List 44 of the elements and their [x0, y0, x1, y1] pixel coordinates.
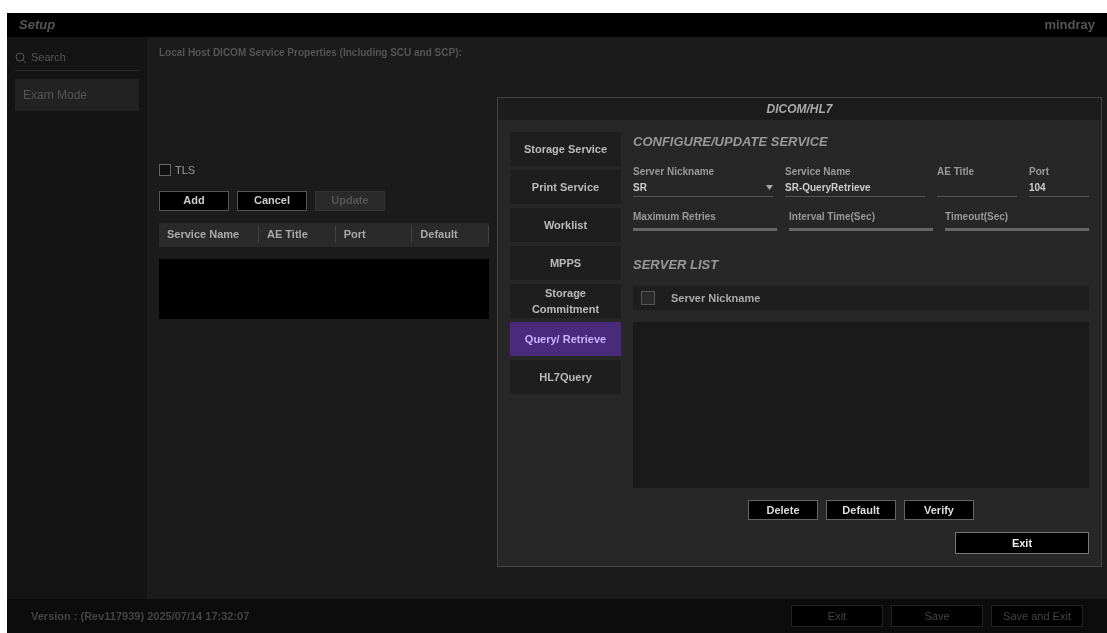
search-field[interactable]: Search — [31, 49, 131, 66]
list-button[interactable]: Verify — [904, 500, 974, 520]
field-label: Port — [1029, 164, 1050, 179]
slider-track[interactable] — [945, 227, 1089, 231]
tls-checkbox[interactable] — [159, 164, 171, 177]
field-label: Service Name — [785, 164, 852, 179]
window-title: Setup — [19, 16, 56, 35]
service-tab[interactable]: Storage Commitment — [510, 284, 621, 318]
list-button[interactable]: Default — [826, 500, 896, 520]
list-button[interactable]: Delete — [748, 500, 818, 520]
select-all-checkbox[interactable] — [641, 291, 655, 305]
dialog-title: DICOM/HL7 — [498, 98, 1101, 120]
slider-track[interactable] — [633, 227, 777, 231]
column-header: Server Nickname — [670, 290, 762, 306]
slider-label: Interval Time(Sec) — [789, 209, 876, 224]
input-field[interactable]: 104 — [1029, 178, 1089, 197]
column-header: AE Title — [259, 226, 336, 243]
caret-icon — [766, 184, 773, 190]
brand-logo: mindray — [1044, 16, 1095, 35]
search-icon — [15, 51, 27, 64]
service-tab[interactable]: Query/ Retrieve — [510, 322, 621, 356]
slider-label: Maximum Retries — [633, 209, 717, 224]
slider-track[interactable] — [789, 227, 933, 231]
version-text: Version : (Rev117939) 2025/07/14 17:32:07 — [31, 608, 250, 624]
form-button[interactable]: Add — [159, 190, 229, 211]
tls-label: TLS — [175, 163, 196, 178]
input-field[interactable]: SR-QueryRetrieve — [785, 178, 925, 197]
exit-button[interactable]: Exit — [955, 532, 1089, 554]
section-heading: SERVER LIST — [633, 255, 720, 274]
column-header: Service Name — [159, 226, 259, 243]
slider-label: Timeout(Sec) — [945, 209, 1010, 224]
form-button[interactable]: Cancel — [237, 190, 307, 211]
service-tab[interactable]: Worklist — [510, 208, 621, 242]
field-label: AE Title — [937, 164, 976, 179]
column-header: Default — [412, 226, 489, 243]
field-label: Server Nickname — [633, 164, 716, 179]
service-tab[interactable]: Storage Service — [510, 132, 621, 166]
column-header: Port — [335, 226, 413, 243]
section-heading: CONFIGURE/UPDATE SERVICE — [633, 133, 829, 151]
service-tab[interactable]: MPPS — [510, 246, 621, 280]
service-tab[interactable]: Print Service — [510, 170, 621, 204]
section-title: Local Host DICOM Service Properties (Including SCU and SCP): — [159, 46, 463, 60]
dropdown-field[interactable]: SR — [633, 178, 773, 197]
service-tab[interactable]: HL7Query — [510, 360, 621, 394]
